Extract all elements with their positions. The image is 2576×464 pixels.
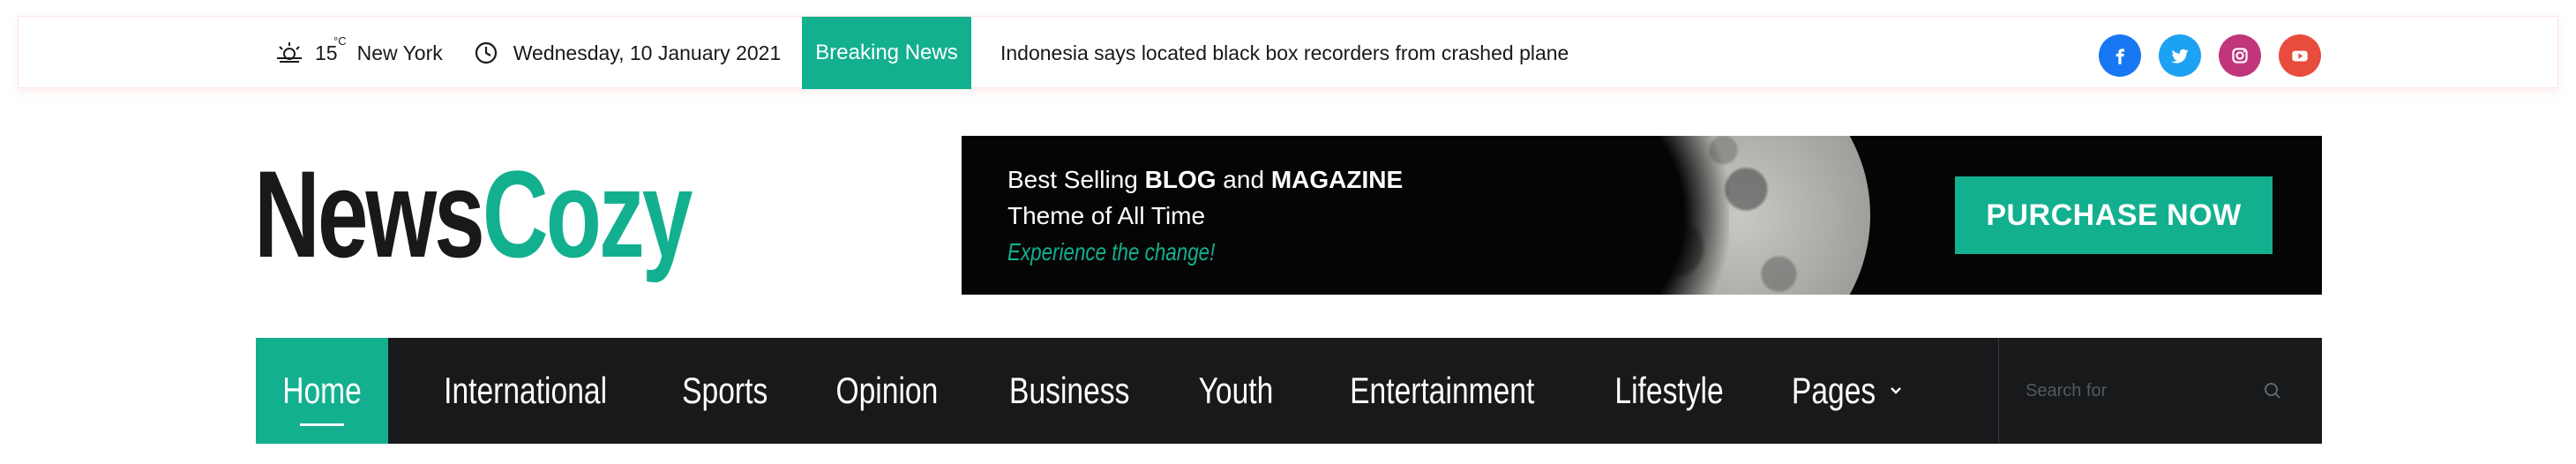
nav-item-international[interactable]: International — [401, 338, 649, 444]
nav-item-youth[interactable]: Youth — [1167, 338, 1305, 444]
twitter-button[interactable] — [2159, 34, 2201, 77]
sun-cloud-icon — [277, 42, 302, 63]
nav-item-opinion[interactable]: Opinion — [801, 338, 973, 444]
youtube-button[interactable] — [2279, 34, 2321, 77]
temperature: 15 °C — [315, 34, 347, 64]
ad-banner[interactable]: Best Selling BLOG and MAGAZINE Theme of … — [962, 136, 2322, 295]
facebook-icon — [2115, 49, 2124, 64]
nav-item-pages[interactable]: Pages — [1759, 338, 1926, 444]
search-box — [1998, 338, 2322, 444]
instagram-icon — [2232, 48, 2248, 64]
chevron-down-icon — [1891, 387, 1902, 394]
nav-item-business[interactable]: Business — [972, 338, 1166, 444]
instagram-button[interactable] — [2219, 34, 2261, 77]
twitter-icon — [2171, 49, 2189, 64]
nav-item-sports[interactable]: Sports — [649, 338, 800, 444]
nav-item-home[interactable]: Home — [256, 338, 388, 444]
logo-part-news: News — [254, 145, 485, 283]
nav-item-lifestyle[interactable]: Lifestyle — [1579, 338, 1759, 444]
banner-text: Best Selling BLOG and MAGAZINE Theme of … — [1007, 162, 1403, 270]
nav-item-entertainment[interactable]: Entertainment — [1305, 338, 1579, 444]
purchase-now-button[interactable]: PURCHASE NOW — [1955, 176, 2273, 254]
weather-date-group: 15 °C New York Wednesday, 10 January 2021 — [257, 17, 781, 89]
main-nav: Home International Sports Opinion Busine… — [256, 338, 2322, 444]
facebook-button[interactable] — [2099, 34, 2141, 77]
search-input[interactable] — [2026, 380, 2246, 401]
current-date: Wednesday, 10 January 2021 — [513, 41, 782, 64]
search-icon[interactable] — [2262, 380, 2283, 401]
city-name: New York — [356, 41, 443, 64]
site-logo[interactable]: NewsCozy — [254, 145, 693, 283]
banner-subheadline: Theme of All Time — [1007, 202, 1206, 229]
logo-part-cozy: Cozy — [482, 145, 693, 283]
clock-icon — [475, 41, 497, 64]
news-ticker[interactable]: Indonesia says located black box recorde… — [1000, 17, 1569, 89]
breaking-news-label: Breaking News — [802, 17, 971, 89]
ticker-headline[interactable]: Indonesia says located black box recorde… — [1000, 41, 1569, 65]
banner-headline: Best Selling BLOG and MAGAZINE — [1007, 166, 1404, 193]
youtube-icon — [2292, 50, 2308, 62]
social-links — [2099, 34, 2321, 77]
top-bar: 15 °C New York Wednesday, 10 January 2021… — [18, 16, 2558, 89]
banner-tagline: Experience the change! — [1007, 238, 1216, 266]
